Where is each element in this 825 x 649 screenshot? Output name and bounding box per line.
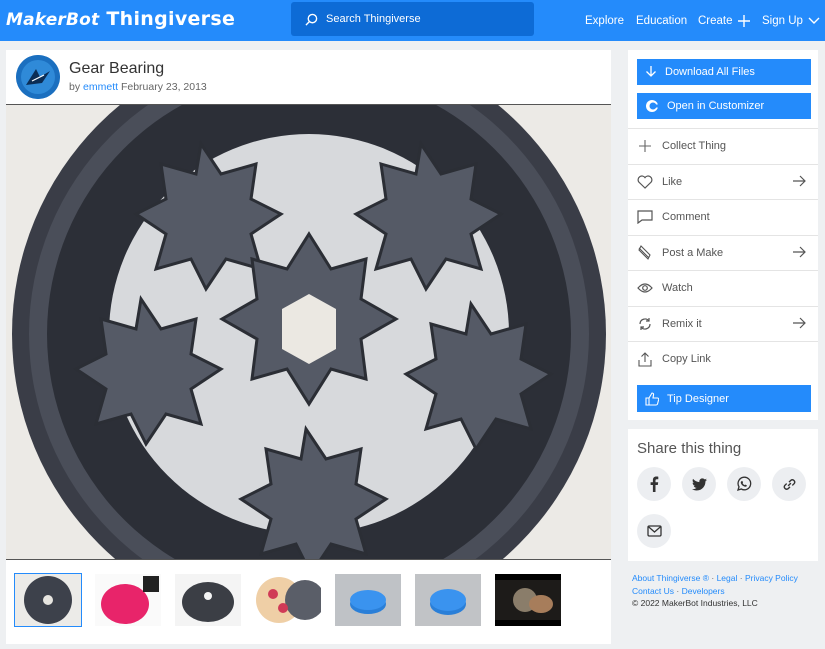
makerbot-thingiverse-logo[interactable]: MakerBot Thingiverse bbox=[6, 8, 235, 32]
main-image[interactable] bbox=[6, 104, 611, 559]
customizer-label: Open in Customizer bbox=[667, 100, 765, 112]
post-a-make-action[interactable]: Post a Make bbox=[628, 235, 818, 270]
thumbnail-colored-gears[interactable] bbox=[255, 574, 321, 626]
publish-date: February 23, 2013 bbox=[120, 81, 207, 93]
share-card: Share this thing bbox=[628, 429, 818, 561]
hero-divider-bottom bbox=[6, 559, 611, 560]
customizer-icon bbox=[646, 100, 659, 112]
plus-icon bbox=[737, 14, 750, 27]
hero-divider-top bbox=[6, 104, 611, 105]
copy-link-label: Copy Link bbox=[662, 353, 711, 365]
thumbnail-blue-bearing-1[interactable] bbox=[335, 574, 401, 626]
thumbnail-hand-held-photo[interactable] bbox=[495, 574, 561, 626]
thing-title: Gear Bearing bbox=[69, 60, 165, 77]
arrow-right-icon bbox=[793, 246, 806, 258]
email-icon bbox=[646, 525, 662, 537]
footer-developers-link[interactable]: Developers bbox=[682, 586, 725, 596]
thing-main-card: Gear Bearing by emmett February 23, 2013 bbox=[6, 50, 611, 644]
thumbnail-blue-bearing-2[interactable] bbox=[415, 574, 481, 626]
remix-icon bbox=[628, 317, 662, 331]
open-in-customizer-button[interactable]: Open in Customizer bbox=[637, 93, 811, 119]
comment-action[interactable]: Comment bbox=[628, 199, 818, 234]
thumbs-up-icon bbox=[645, 391, 659, 406]
watch-label: Watch bbox=[662, 282, 693, 294]
link-icon bbox=[783, 478, 795, 490]
tip-designer-button[interactable]: Tip Designer bbox=[637, 385, 811, 412]
byline-prefix: by bbox=[69, 81, 81, 93]
make-label: Post a Make bbox=[662, 247, 724, 259]
twitter-icon bbox=[691, 477, 707, 490]
facebook-share-button[interactable] bbox=[637, 467, 671, 501]
arrow-right-icon bbox=[793, 317, 806, 329]
chevron-down-icon bbox=[808, 17, 820, 24]
thumbnail-pink-print[interactable] bbox=[95, 574, 161, 626]
eye-icon bbox=[628, 282, 662, 294]
comment-icon bbox=[628, 210, 662, 224]
like-action[interactable]: Like bbox=[628, 164, 818, 199]
email-share-button[interactable] bbox=[637, 514, 671, 548]
footer-about-link[interactable]: About Thingiverse ® bbox=[632, 573, 709, 583]
download-all-files-button[interactable]: Download All Files bbox=[637, 59, 811, 85]
footer-privacy-link[interactable]: Privacy Policy bbox=[745, 573, 798, 583]
remix-action[interactable]: Remix it bbox=[628, 306, 818, 341]
download-label: Download All Files bbox=[665, 66, 755, 78]
nav-signup-label: Sign Up bbox=[762, 14, 803, 27]
search-input[interactable]: Search Thingiverse bbox=[291, 2, 534, 36]
author-avatar[interactable] bbox=[16, 55, 60, 99]
search-placeholder: Search Thingiverse bbox=[326, 13, 421, 25]
whatsapp-share-button[interactable] bbox=[727, 467, 761, 501]
heart-icon bbox=[628, 175, 662, 189]
copy-link-share-button[interactable] bbox=[772, 467, 806, 501]
brand-thingiverse: Thingiverse bbox=[106, 8, 236, 30]
actions-card: Download All Files Open in Customizer Co… bbox=[628, 50, 818, 420]
nav-education[interactable]: Education bbox=[636, 0, 687, 41]
nav-signup[interactable]: Sign Up bbox=[762, 0, 820, 41]
avatar-image bbox=[16, 55, 60, 99]
arrow-right-icon bbox=[793, 175, 806, 187]
search-icon bbox=[305, 13, 318, 26]
facebook-icon bbox=[650, 476, 659, 492]
thing-byline: by emmett February 23, 2013 bbox=[69, 81, 207, 93]
thumbnail-black-dome[interactable] bbox=[175, 574, 241, 626]
share-title: Share this thing bbox=[637, 440, 742, 457]
nav-create-label: Create bbox=[698, 14, 733, 27]
brand-makerbot: MakerBot bbox=[6, 10, 100, 30]
like-label: Like bbox=[662, 176, 683, 188]
share-upload-icon bbox=[628, 351, 662, 367]
page-footer: About Thingiverse ® · Legal · Privacy Po… bbox=[632, 572, 798, 610]
nav-explore-label: Explore bbox=[585, 14, 624, 27]
nav-explore[interactable]: Explore bbox=[585, 0, 624, 41]
make-icon bbox=[628, 245, 662, 261]
footer-copyright: © 2022 MakerBot Industries, LLC bbox=[632, 598, 758, 608]
gear-bearing-photo bbox=[6, 104, 611, 559]
nav-create[interactable]: Create bbox=[698, 0, 750, 41]
tip-designer-label: Tip Designer bbox=[667, 392, 729, 405]
watch-action[interactable]: Watch bbox=[628, 270, 818, 305]
plus-icon bbox=[628, 140, 662, 152]
twitter-share-button[interactable] bbox=[682, 467, 716, 501]
collect-label: Collect Thing bbox=[662, 140, 726, 152]
download-icon bbox=[646, 66, 656, 77]
footer-legal-link[interactable]: Legal bbox=[717, 573, 738, 583]
footer-contact-link[interactable]: Contact Us bbox=[632, 586, 674, 596]
author-link[interactable]: emmett bbox=[83, 81, 118, 93]
comment-label: Comment bbox=[662, 211, 710, 223]
nav-education-label: Education bbox=[636, 14, 688, 27]
whatsapp-icon bbox=[737, 476, 752, 491]
collect-thing-action[interactable]: Collect Thing bbox=[628, 128, 818, 163]
thumbnail-strip bbox=[14, 573, 575, 627]
thumbnail-gear-bearing-top[interactable] bbox=[14, 573, 82, 627]
remix-label: Remix it bbox=[662, 318, 702, 330]
top-nav-bar: MakerBot Thingiverse Search Thingiverse … bbox=[0, 0, 825, 41]
copy-link-action[interactable]: Copy Link bbox=[628, 341, 818, 376]
